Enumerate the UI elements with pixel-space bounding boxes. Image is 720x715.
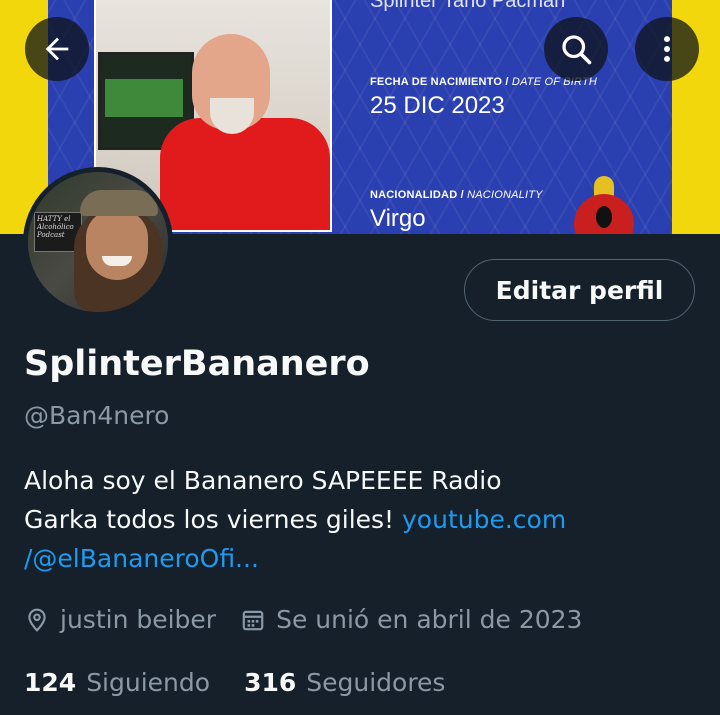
display-name: SplinterBananero — [24, 344, 370, 384]
joined-text: Se unió en abril de 2023 — [276, 605, 583, 634]
birth-label: FECHA DE NACIMIENTO — [370, 76, 503, 88]
following-label: Siguiendo — [86, 668, 211, 697]
joined-item: Se unió en abril de 2023 — [240, 605, 582, 634]
location-text: justin beiber — [60, 605, 217, 634]
followers-link[interactable]: 316 Seguidores — [244, 668, 445, 697]
calendar-icon — [242, 610, 264, 630]
followers-label: Seguidores — [306, 668, 446, 697]
bio-link-part-2: /@elBananeroOfi... — [24, 544, 259, 573]
bio-line-1: Aloha soy el Bananero SAPEEEE Radio — [24, 466, 502, 495]
more-button[interactable] — [635, 17, 699, 81]
profile-meta: justin beiber Se unió en abril de 2023 — [24, 605, 582, 634]
back-button[interactable] — [25, 17, 89, 81]
followers-count: 316 — [244, 668, 297, 697]
avatar-image: HATTY el Alcohólico Podcast — [28, 172, 168, 312]
search-icon — [562, 35, 592, 65]
bio: Aloha soy el Bananero SAPEEEE Radio Gark… — [24, 461, 704, 578]
location-pin-icon — [28, 608, 46, 632]
more-vertical-icon — [664, 36, 670, 62]
bio-line-2: Garka todos los viernes giles! — [24, 505, 403, 534]
following-count: 124 — [24, 668, 77, 697]
bio-link-part-1: youtube.com — [402, 505, 567, 534]
banner-birth-block: FECHA DE NACIMIENTO / DATE OF BIRTH 25 D… — [370, 76, 598, 119]
birth-value: 25 DIC 2023 — [370, 92, 505, 119]
avatar[interactable]: HATTY el Alcohólico Podcast — [23, 167, 173, 317]
banner-nation-block: NACIONALIDAD / NACIONALITY Virgo — [370, 189, 543, 232]
nation-label: NACIONALIDAD — [370, 189, 458, 201]
location-item: justin beiber — [24, 605, 216, 634]
arrow-left-icon — [45, 37, 69, 61]
search-button[interactable] — [544, 17, 608, 81]
banner-cut-text: Splinter Tano Pacman — [370, 0, 566, 12]
handle: @Ban4nero — [24, 401, 170, 430]
following-link[interactable]: 124 Siguiendo — [24, 668, 210, 697]
follow-stats: 124 Siguiendo 316 Seguidores — [24, 668, 445, 697]
edit-profile-button[interactable]: Editar perfil — [464, 259, 695, 321]
emblem-icon — [566, 176, 640, 234]
nation-label-en: NACIONALITY — [467, 189, 543, 201]
nation-value: Virgo — [370, 205, 426, 232]
